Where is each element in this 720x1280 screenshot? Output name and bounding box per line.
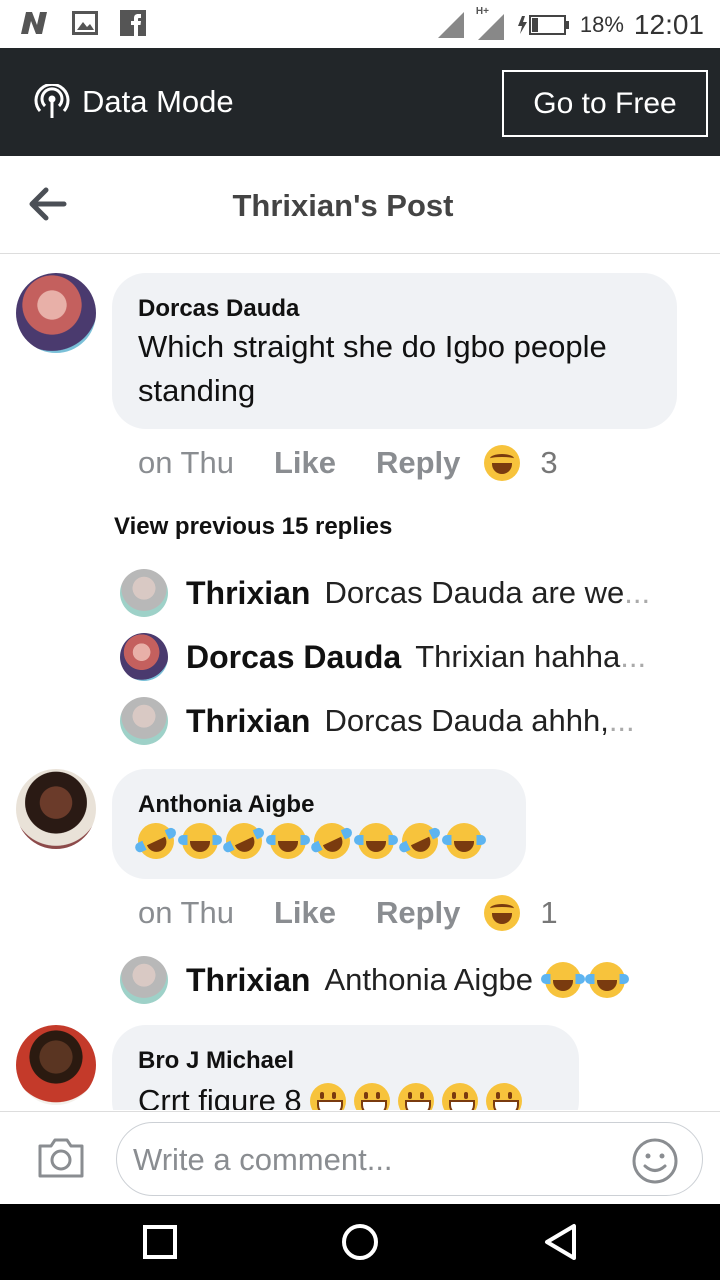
comment-author[interactable]: Dorcas Dauda: [138, 295, 299, 323]
avatar[interactable]: [16, 273, 96, 353]
avatar[interactable]: [16, 1025, 96, 1105]
comment-placeholder: Write a comment...: [133, 1142, 393, 1177]
comment-meta: on Thu Like Reply 3: [138, 445, 558, 481]
comment-text-row: Crrt figure 8: [138, 1079, 522, 1110]
camera-icon[interactable]: [36, 1136, 86, 1180]
comment-composer: Write a comment...: [0, 1111, 720, 1203]
comment-bubble[interactable]: Dorcas Dauda Which straight she do Igbo …: [112, 273, 677, 429]
hplus-signal: H+: [476, 6, 506, 42]
reaction-count[interactable]: 1: [540, 895, 557, 931]
joy-emoji-icon: [266, 823, 310, 859]
system-nav-bar: [0, 1204, 720, 1280]
comment-meta: on Thu Like Reply 1: [138, 895, 558, 931]
reply-text: Anthonia Aigbe: [324, 962, 534, 997]
grin-emoji-icon: [485, 1083, 522, 1110]
reply-preview[interactable]: Dorcas Dauda Thrixian hahha ...: [120, 633, 690, 681]
reply-text: Thrixian hahha: [415, 639, 621, 674]
reply-button[interactable]: Reply: [376, 895, 460, 931]
grin-emoji-icon: [353, 1083, 390, 1110]
joy-emoji-icon: [585, 962, 630, 998]
comment-bubble[interactable]: Anthonia Aigbe: [112, 769, 526, 879]
joy-emoji-icon: [178, 823, 222, 859]
go-to-free-button[interactable]: Go to Free: [502, 70, 708, 137]
image-icon: [72, 11, 98, 35]
broadcast-icon: [34, 84, 70, 118]
reply-author[interactable]: Thrixian: [186, 575, 310, 612]
grin-emoji-icon: [309, 1083, 346, 1110]
reply-author[interactable]: Dorcas Dauda: [186, 639, 401, 676]
joy-emoji-icon: [442, 823, 486, 859]
signal-icon: [477, 14, 504, 40]
reply-preview[interactable]: Thrixian Anthonia Aigbe: [120, 956, 690, 1004]
joy-emoji-icon: [354, 823, 398, 859]
like-button[interactable]: Like: [274, 445, 336, 481]
comment-emoji-row: [132, 817, 486, 865]
haha-reaction-icon[interactable]: [484, 895, 521, 931]
circle-icon[interactable]: [340, 1222, 380, 1262]
reply-preview[interactable]: Thrixian Dorcas Dauda are we ...: [120, 569, 690, 617]
grin-emoji-icon: [397, 1083, 434, 1110]
reply-text: Dorcas Dauda ahhh,: [324, 703, 609, 738]
square-icon[interactable]: [142, 1222, 178, 1262]
reaction-count[interactable]: 3: [540, 445, 557, 481]
avatar[interactable]: [120, 633, 168, 681]
signal-icon: [437, 12, 464, 38]
reply-ellipsis: ...: [608, 703, 635, 738]
rofl-emoji-icon: [308, 817, 356, 865]
avatar[interactable]: [16, 769, 96, 849]
avatar[interactable]: [120, 569, 168, 617]
rofl-emoji-icon: [132, 817, 180, 865]
n-app-icon: [21, 12, 47, 34]
reply-author[interactable]: Thrixian: [186, 962, 310, 999]
battery-icon: [517, 15, 569, 35]
comment-author[interactable]: Anthonia Aigbe: [138, 791, 314, 819]
battery-percent: 18%: [579, 12, 624, 37]
reply-text: Dorcas Dauda are we: [324, 575, 625, 610]
avatar[interactable]: [120, 956, 168, 1004]
joy-emoji-icon: [541, 962, 586, 998]
grin-emoji-icon: [441, 1083, 478, 1110]
reply-button[interactable]: Reply: [376, 445, 460, 481]
like-button[interactable]: Like: [274, 895, 336, 931]
data-mode-indicator[interactable]: Data Mode: [34, 84, 234, 120]
comment-time: on Thu: [138, 895, 234, 930]
reply-ellipsis: ...: [620, 639, 647, 674]
status-bar: H+ 18% 12:01: [0, 0, 720, 48]
comment-text-line: Which straight she do Igbo people: [138, 329, 607, 364]
comment-bubble[interactable]: Bro J Michael Crrt figure 8: [112, 1025, 579, 1110]
comment-time: on Thu: [138, 445, 234, 480]
reply-preview[interactable]: Thrixian Dorcas Dauda ahhh, ...: [120, 697, 690, 745]
comment-text-line: standing: [138, 373, 256, 408]
comment-input[interactable]: Write a comment...: [116, 1122, 703, 1196]
comment-author[interactable]: Bro J Michael: [138, 1047, 294, 1075]
reply-author[interactable]: Thrixian: [186, 703, 310, 740]
comment-text: Crrt figure 8: [138, 1083, 302, 1110]
rofl-emoji-icon: [396, 817, 444, 865]
clock: 12:01: [633, 9, 704, 40]
comments-feed[interactable]: Dorcas Dauda Which straight she do Igbo …: [0, 255, 720, 1110]
rofl-emoji-icon: [220, 817, 268, 865]
data-mode-bar: Data Mode Go to Free: [0, 48, 720, 156]
view-previous-replies-link[interactable]: View previous 15 replies: [114, 513, 392, 541]
avatar[interactable]: [120, 697, 168, 745]
triangle-icon[interactable]: [542, 1222, 580, 1262]
comment-text: Which straight she do Igbo people standi…: [138, 325, 607, 413]
data-mode-label: Data Mode: [82, 84, 234, 119]
reply-ellipsis: ...: [624, 575, 651, 610]
smiley-icon[interactable]: [631, 1137, 679, 1185]
page-title: Thrixian's Post: [232, 188, 454, 223]
haha-reaction-icon[interactable]: [484, 445, 521, 481]
facebook-icon: [120, 10, 146, 36]
post-header: Thrixian's Post: [0, 156, 720, 254]
